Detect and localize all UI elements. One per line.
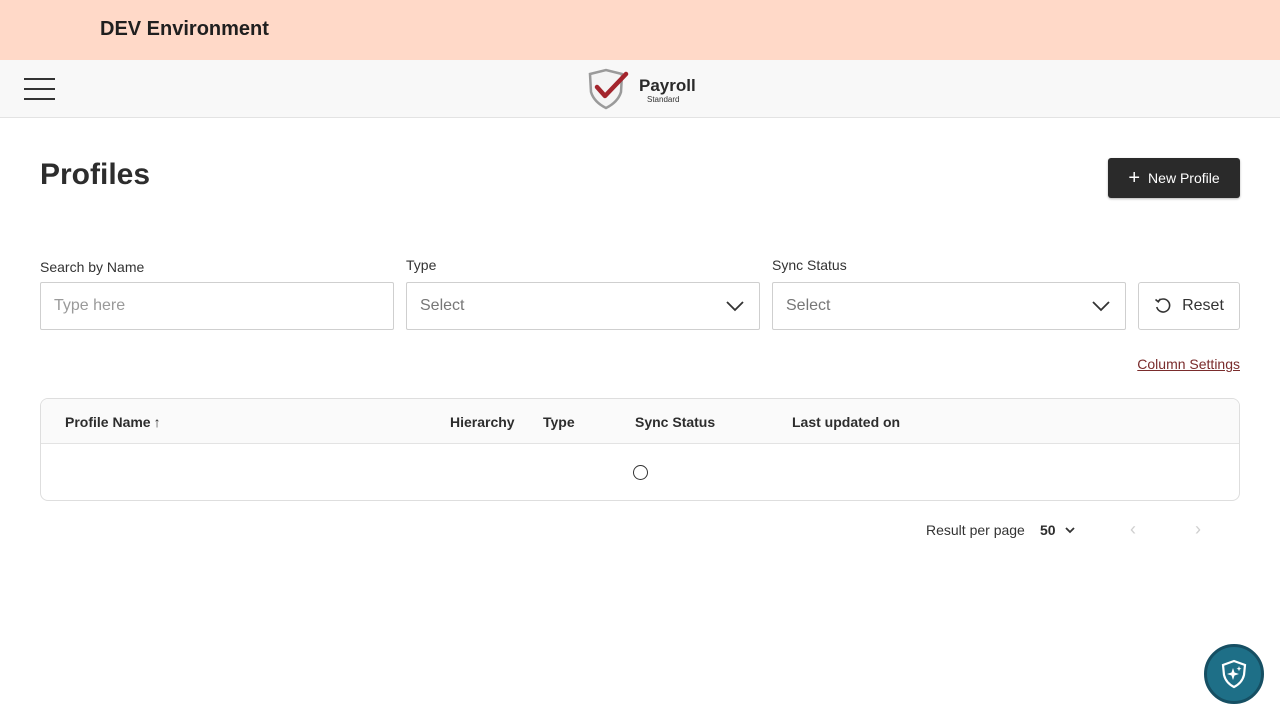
hamburger-menu-icon[interactable] [24,77,56,101]
sync-status-select-value: Select [786,297,831,314]
chevron-down-icon [1092,301,1110,312]
logo-subtitle: Standard [647,95,680,104]
table-header: Profile Name ↑ Hierarchy Type Sync Status… [41,399,1239,444]
top-navigation-bar: Payroll Standard [0,60,1280,118]
column-header-sync-status[interactable]: Sync Status [635,414,715,430]
results-per-page-select[interactable]: 50 [1040,522,1076,538]
sync-status-filter-label: Sync Status [772,257,847,273]
new-profile-label: New Profile [1148,170,1220,186]
type-select[interactable]: Select [406,282,760,330]
search-by-name-input[interactable] [40,282,394,330]
profiles-table: Profile Name ↑ Hierarchy Type Sync Status… [40,398,1240,501]
environment-banner: DEV Environment [0,0,1280,60]
sort-ascending-icon: ↑ [153,414,161,430]
refresh-icon [1155,298,1171,313]
reset-filters-button[interactable]: Reset [1138,282,1240,330]
payroll-standard-logo[interactable]: Payroll Standard [586,68,706,112]
sync-status-select[interactable]: Select [772,282,1126,330]
column-header-last-updated[interactable]: Last updated on [792,414,900,430]
chevron-down-icon [1064,527,1075,534]
next-page-icon[interactable]: › [1195,519,1201,540]
results-per-page-label: Result per page [926,522,1025,538]
shield-sparkle-icon [1221,659,1247,689]
page-title: Profiles [40,158,151,191]
reset-label: Reset [1182,297,1224,314]
plus-icon: + [1128,167,1141,189]
shield-check-logo-icon [588,68,629,110]
chevron-down-icon [726,301,744,312]
column-settings-link[interactable]: Column Settings [1137,356,1240,372]
search-by-name-label: Search by Name [40,259,145,275]
column-header-hierarchy[interactable]: Hierarchy [450,414,515,430]
new-profile-button[interactable]: + New Profile [1108,158,1240,198]
type-filter-label: Type [406,257,437,273]
column-header-type[interactable]: Type [543,414,575,430]
type-select-value: Select [420,297,465,314]
loading-spinner-icon [633,465,648,480]
assistant-shield-button[interactable] [1204,644,1264,704]
logo-wordmark: Payroll [639,76,696,95]
environment-label: DEV Environment [100,18,269,40]
previous-page-icon[interactable]: ‹ [1130,519,1136,540]
column-header-profile-name[interactable]: Profile Name ↑ [65,414,161,430]
results-per-page-value: 50 [1040,522,1056,538]
